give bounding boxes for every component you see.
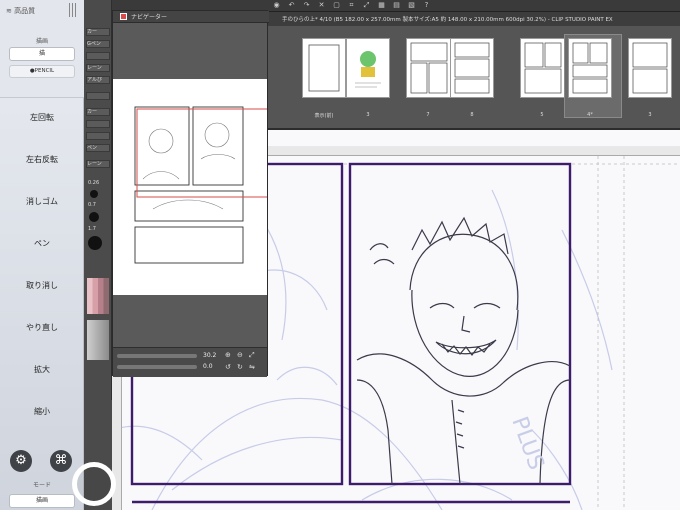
brush-size-label[interactable]: 0.26 xyxy=(88,180,99,186)
command-bar: ◉ ↶ ↷ ✕ ▢ ⌗ ⤢ ▦ ▤ ▧ ? xyxy=(268,0,680,12)
page-thumbnail-current[interactable] xyxy=(568,38,612,98)
brush-size-dot[interactable] xyxy=(88,236,102,250)
page-label: 5 xyxy=(540,112,544,118)
ruler-icon[interactable]: ▤ xyxy=(392,1,401,10)
brush-size-dot[interactable] xyxy=(89,212,99,222)
redo-icon[interactable]: ↷ xyxy=(302,1,311,10)
eraser-button[interactable]: 消しゴム xyxy=(0,192,84,212)
page-manager: 表示(前) 3 7 8 5 4* 3 xyxy=(268,26,680,130)
navigator-preview[interactable] xyxy=(113,79,274,295)
tool-row[interactable] xyxy=(86,52,110,60)
document-title: 手のひらの上* 4/10 (B5 182.00 x 257.00mm 製本サイズ… xyxy=(282,17,613,23)
sidebar-header: ≋ 高品質 描画 描 ●PENCIL xyxy=(0,0,84,98)
tool-row[interactable] xyxy=(86,120,110,128)
navigator-controls: 30.2 0.0 ⊕ ⊖ ⤢ ↺ ↻ ⇋ xyxy=(113,347,267,377)
app-root: PLUS ◉ ↶ ↷ ✕ ▢ ⌗ ⤢ ▦ ▤ ▧ ? 手のひらの上* 4/10 … xyxy=(0,0,680,510)
zoom-value[interactable]: 30.2 xyxy=(203,352,216,359)
page-thumbnail[interactable] xyxy=(346,38,390,98)
help-icon[interactable]: ? xyxy=(422,1,431,10)
horizontal-ruler xyxy=(268,146,680,156)
brush-size-label[interactable]: 1.7 xyxy=(88,226,96,232)
brush-size-label[interactable]: 0.7 xyxy=(88,202,96,208)
page-thumbnail[interactable] xyxy=(628,38,672,98)
tool-property-strip: カー Gペン レーン アルぴ カー ペン レーン 0.26 0.7 1.7 xyxy=(84,0,112,400)
navigator-title: ナビゲーター xyxy=(131,14,168,21)
tool-row[interactable] xyxy=(86,92,110,100)
pen-button[interactable]: ペン xyxy=(0,234,84,254)
page-label: 4* xyxy=(587,112,593,118)
mode-button[interactable]: 描画 xyxy=(9,494,75,508)
brush-size-dot[interactable] xyxy=(90,190,98,198)
zoom-slider[interactable] xyxy=(117,354,197,358)
rotate-left-icon[interactable]: ↺ xyxy=(225,363,231,371)
tool-row[interactable]: カー xyxy=(86,108,110,116)
rotation-slider[interactable] xyxy=(117,365,197,369)
navigator-title-bar: ナビゲーター xyxy=(113,11,269,23)
color-swatches[interactable] xyxy=(87,278,109,314)
page-label: 表示(前) xyxy=(314,113,334,119)
color-palette[interactable] xyxy=(87,320,109,360)
connection-status: ≋ 高品質 xyxy=(6,7,36,15)
page-thumbnail[interactable] xyxy=(450,38,494,98)
group-label: 描画 xyxy=(35,38,48,45)
flip-icon[interactable]: ⇋ xyxy=(249,363,255,371)
page-thumbnail[interactable] xyxy=(406,38,450,98)
select-icon[interactable]: ▢ xyxy=(332,1,341,10)
undo-icon[interactable]: ↶ xyxy=(287,1,296,10)
page-label: 3 xyxy=(648,112,652,118)
flip-horizontal-button[interactable]: 左右反転 xyxy=(0,150,84,170)
tool-row[interactable] xyxy=(86,132,110,140)
tool-row[interactable]: ペン xyxy=(86,144,110,152)
zoom-out-button[interactable]: 縮小 xyxy=(0,402,84,422)
clear-icon[interactable]: ✕ xyxy=(317,1,326,10)
tool-row[interactable]: アルぴ xyxy=(86,76,110,84)
sidebar-icon-row: ⚙ ⌘ xyxy=(10,450,76,474)
command-icon[interactable]: ⌘ xyxy=(50,450,72,472)
transform-icon[interactable]: ⤢ xyxy=(362,1,371,10)
grid-icon[interactable]: ▦ xyxy=(377,1,386,10)
fit-icon[interactable]: ⤢ xyxy=(249,351,255,360)
eye-icon[interactable]: ◉ xyxy=(272,1,281,10)
page-thumbnail[interactable] xyxy=(520,38,564,98)
wifi-icon: ≋ xyxy=(6,7,12,15)
redo-button[interactable]: やり直し xyxy=(0,318,84,338)
drag-handle[interactable] xyxy=(69,3,77,17)
zoom-in-button[interactable]: 拡大 xyxy=(0,360,84,380)
gear-icon[interactable]: ⚙ xyxy=(10,450,32,472)
tool-row[interactable]: レーン xyxy=(86,64,110,72)
page-label: 8 xyxy=(470,112,474,118)
window-title-bar: 手のひらの上* 4/10 (B5 182.00 x 257.00mm 製本サイズ… xyxy=(268,12,680,26)
snap-icon[interactable]: ⌗ xyxy=(347,1,356,10)
navigator-panel[interactable]: ナビゲーター 30.2 0.0 ⊕ ⊖ ⤢ ↺ ↻ ⇋ xyxy=(112,10,274,377)
rotation-value[interactable]: 0.0 xyxy=(203,363,213,370)
rotate-right-icon[interactable]: ↻ xyxy=(237,363,243,371)
page-label: 7 xyxy=(426,112,430,118)
page-thumbnail[interactable] xyxy=(302,38,346,98)
shortcut-sidebar: ≋ 高品質 描画 描 ●PENCIL 左回転 左右反転 消しゴム ペン 取り消し… xyxy=(0,0,84,510)
close-icon[interactable] xyxy=(120,13,127,20)
tool-row[interactable]: カー xyxy=(86,28,110,36)
home-circle-button[interactable] xyxy=(72,462,116,506)
zoom-out-icon[interactable]: ⊖ xyxy=(237,351,243,359)
zoom-in-icon[interactable]: ⊕ xyxy=(225,351,231,359)
layer-icon[interactable]: ▧ xyxy=(407,1,416,10)
tool-row[interactable]: Gペン xyxy=(86,40,110,48)
pencil-preset-button[interactable]: ●PENCIL xyxy=(9,65,75,78)
preset-button[interactable]: 描 xyxy=(9,47,75,61)
undo-button[interactable]: 取り消し xyxy=(0,276,84,296)
page-label: 3 xyxy=(366,112,370,118)
rotate-left-button[interactable]: 左回転 xyxy=(0,108,84,128)
tool-row[interactable]: レーン xyxy=(86,160,110,168)
